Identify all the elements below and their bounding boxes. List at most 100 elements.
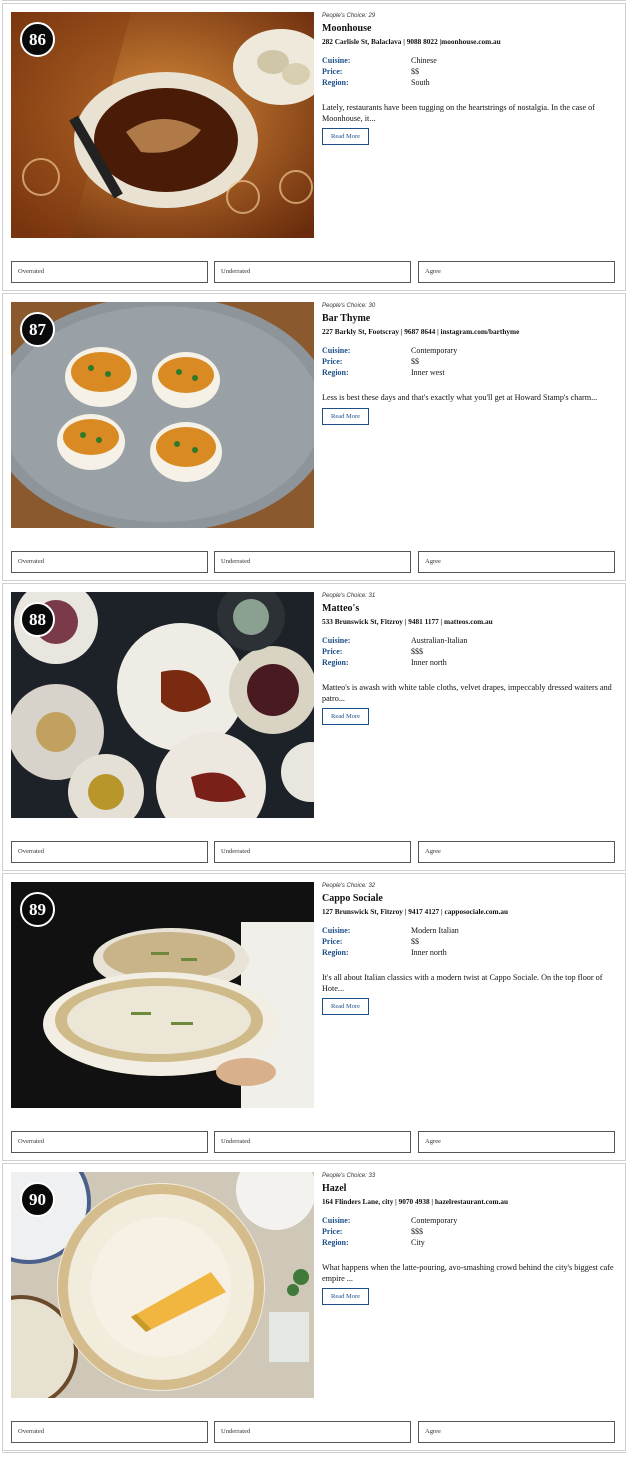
restaurant-photo[interactable]: 87 (11, 302, 314, 528)
underrated-button[interactable]: Underrated (214, 1131, 411, 1153)
region-label: Region: (322, 948, 349, 957)
region-value: South (411, 78, 430, 87)
restaurant-name: Matteo's (322, 603, 360, 614)
peoples-choice-label: People's Choice: 33 (322, 1173, 376, 1179)
underrated-button[interactable]: Underrated (214, 1421, 411, 1443)
agree-button[interactable]: Agree (418, 551, 615, 573)
peoples-choice-label: People's Choice: 31 (322, 593, 376, 599)
restaurant-address: 533 Brunswick St, Fitzroy | 9481 1177 | … (322, 617, 493, 626)
price-value: $$ (411, 67, 419, 76)
price-value: $$$ (411, 647, 423, 656)
vote-bar: Overrated Underrated Agree (11, 841, 617, 863)
price-value: $$ (411, 937, 419, 946)
underrated-button[interactable]: Underrated (214, 551, 411, 573)
vote-bar: Overrated Underrated Agree (11, 1421, 617, 1443)
restaurant-description: Matteo's is awash with white table cloth… (322, 683, 612, 703)
region-label: Region: (322, 78, 349, 87)
agree-button[interactable]: Agree (418, 1421, 615, 1443)
rank-badge: 86 (20, 22, 55, 57)
restaurant-description: Lately, restaurants have been tugging on… (322, 103, 595, 123)
restaurant-address: 227 Barkly St, Footscray | 9687 8644 | i… (322, 327, 520, 336)
rank-badge: 87 (20, 312, 55, 347)
restaurant-meta: Cuisine: Modern Italian Price: $$ Region: I… (322, 925, 618, 958)
read-more-button[interactable]: Read More (322, 708, 370, 726)
restaurant-photo[interactable]: 86 (11, 12, 314, 238)
restaurant-address: 282 Carlisle St, Balaclava | 9088 8022 |… (322, 37, 501, 46)
restaurant-name: Hazel (322, 1183, 347, 1194)
restaurant-info: People's Choice: 32 Cappo Sociale 127 Br… (322, 882, 618, 1016)
price-label: Price: (322, 357, 343, 366)
read-more-button[interactable]: Read More (322, 128, 370, 146)
restaurant-meta: Cuisine: Australian-Italian Price: $$$ Reg… (322, 635, 618, 668)
agree-button[interactable]: Agree (418, 261, 615, 283)
vote-bar: Overrated Underrated Agree (11, 551, 617, 573)
underrated-button[interactable]: Underrated (214, 841, 411, 863)
overrated-button[interactable]: Overrated (11, 1421, 208, 1443)
agree-button[interactable]: Agree (418, 841, 615, 863)
price-label: Price: (322, 647, 343, 656)
price-label: Price: (322, 937, 343, 946)
restaurant-card: 86 People's Choice: 29 Moonhouse 282 Car… (2, 3, 626, 291)
cuisine-value: Contemporary (411, 1216, 458, 1225)
agree-button[interactable]: Agree (418, 1131, 615, 1153)
price-label: Price: (322, 1227, 343, 1236)
overrated-button[interactable]: Overrated (11, 841, 208, 863)
underrated-button[interactable]: Underrated (214, 261, 411, 283)
cuisine-label: Cuisine: (322, 56, 351, 65)
vote-bar: Overrated Underrated Agree (11, 261, 617, 283)
price-label: Price: (322, 67, 343, 76)
restaurant-card: 89 People's Choice: 32 Cappo Sociale 127… (2, 873, 626, 1161)
price-value: $$$ (411, 1227, 423, 1236)
read-more-button[interactable]: Read More (322, 998, 370, 1016)
region-value: Inner west (411, 368, 445, 377)
list-bottom-divider (2, 1452, 626, 1456)
restaurant-photo[interactable]: 90 (11, 1172, 314, 1398)
region-value: Inner north (411, 658, 447, 667)
region-value: City (411, 1238, 425, 1247)
cuisine-value: Contemporary (411, 346, 458, 355)
restaurant-address: 127 Brunswick St, Fitzroy | 9417 4127 | … (322, 907, 509, 916)
restaurant-name: Bar Thyme (322, 313, 371, 324)
restaurant-description: It's all about Italian classics with a m… (322, 973, 603, 993)
peoples-choice-label: People's Choice: 30 (322, 303, 376, 309)
restaurant-info: People's Choice: 30 Bar Thyme 227 Barkly… (322, 302, 618, 425)
rank-badge: 88 (20, 602, 55, 637)
cuisine-label: Cuisine: (322, 1216, 351, 1225)
rank-badge: 90 (20, 1182, 55, 1217)
cuisine-value: Modern Italian (411, 926, 459, 935)
peoples-choice-label: People's Choice: 32 (322, 883, 376, 889)
overrated-button[interactable]: Overrated (11, 261, 208, 283)
peoples-choice-label: People's Choice: 29 (322, 13, 376, 19)
restaurant-meta: Cuisine: Chinese Price: $$ Region: South (322, 55, 618, 88)
price-value: $$ (411, 357, 419, 366)
cuisine-label: Cuisine: (322, 926, 351, 935)
restaurant-meta: Cuisine: Contemporary Price: $$$ Region: Ci… (322, 1215, 618, 1248)
region-label: Region: (322, 368, 349, 377)
vote-bar: Overrated Underrated Agree (11, 1131, 617, 1153)
overrated-button[interactable]: Overrated (11, 1131, 208, 1153)
rank-badge: 89 (20, 892, 55, 927)
cuisine-label: Cuisine: (322, 636, 351, 645)
read-more-button[interactable]: Read More (322, 1288, 370, 1306)
restaurant-info: People's Choice: 31 Matteo's 533 Brunswi… (322, 592, 618, 726)
restaurant-card: 87 People's Choice: 30 Bar Thyme 227 Bar… (2, 293, 626, 581)
restaurant-info: People's Choice: 33 Hazel 164 Flinders L… (322, 1172, 618, 1306)
cuisine-value: Chinese (411, 56, 437, 65)
restaurant-meta: Cuisine: Contemporary Price: $$ Region: Inn… (322, 345, 618, 378)
restaurant-info: People's Choice: 29 Moonhouse 282 Carlis… (322, 12, 618, 146)
overrated-button[interactable]: Overrated (11, 551, 208, 573)
restaurant-description: Less is best these days and that's exact… (322, 393, 598, 402)
cuisine-value: Australian-Italian (411, 636, 468, 645)
restaurant-name: Moonhouse (322, 23, 372, 34)
restaurant-name: Cappo Sociale (322, 893, 383, 904)
cuisine-label: Cuisine: (322, 346, 351, 355)
restaurant-card: 90 People's Choice: 33 Hazel 164 Flinder… (2, 1163, 626, 1451)
region-label: Region: (322, 1238, 349, 1247)
restaurant-card: 88 People's Choice: 31 Matteo's 533 Brun… (2, 583, 626, 871)
restaurant-photo[interactable]: 88 (11, 592, 314, 818)
restaurant-description: What happens when the latte-pouring, avo… (322, 1263, 614, 1283)
read-more-button[interactable]: Read More (322, 407, 370, 425)
restaurant-photo[interactable]: 89 (11, 882, 314, 1108)
region-label: Region: (322, 658, 349, 667)
restaurant-address: 164 Flinders Lane, city | 9070 4938 | ha… (322, 1197, 509, 1206)
